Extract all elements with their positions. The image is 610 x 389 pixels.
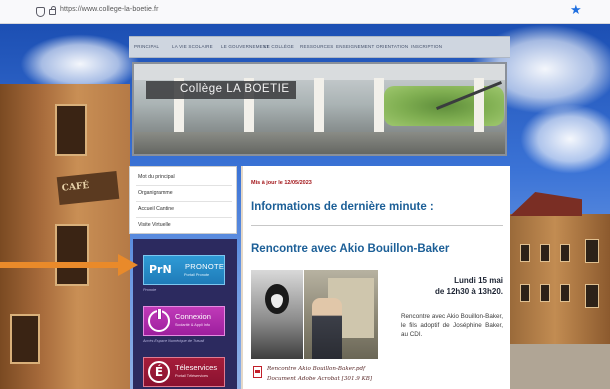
left-building: CAFÉ	[0, 84, 130, 389]
updated-date: Mis à jour le 12/05/2023	[251, 180, 312, 186]
nav-item-vie-scolaire[interactable]: LA VIE SCOLAIRE	[172, 44, 213, 49]
sidebar-item-mot-principal[interactable]: Mot du principal	[138, 174, 175, 180]
annotation-arrow	[0, 262, 120, 268]
sidebar-item-cantine[interactable]: Accueil Cantine	[138, 206, 174, 212]
teleservices-subtitle: Portail Téléservices	[175, 374, 209, 378]
event-day: Lundi 15 mai	[454, 276, 503, 285]
site-title: Collège LA BOETIE	[180, 83, 290, 95]
connexion-title: Connexion	[175, 312, 211, 321]
josephine-baker-photo	[251, 270, 303, 359]
nav-item-orientation[interactable]: ORIENTATION	[376, 44, 408, 49]
attachment-meta: Document Adobe Acrobat [301.9 KB]	[267, 376, 373, 382]
lock-icon[interactable]	[49, 6, 56, 15]
connexion-button[interactable]: Connexion Scolarité & Appli Info	[143, 306, 225, 336]
sidebar-links: Mot du principal Organigramme Accueil Ca…	[129, 166, 237, 234]
nav-item-enseignement[interactable]: ENSEIGNEMENT	[336, 44, 374, 49]
nav-item-inscription[interactable]: INSCRIPTION	[411, 44, 442, 49]
browser-url-bar: https://www.college-la-boetie.fr ★	[0, 0, 610, 24]
event-description: Rencontre avec Akio Bouillon-Baker, le f…	[401, 313, 503, 338]
main-content: Mis à jour le 12/05/2023 Informations de…	[241, 166, 510, 389]
pronote-subtitle: Portail Pronote	[184, 273, 210, 277]
teleservices-title: Téleservices	[175, 363, 218, 372]
school-website: PRINCIPAL LA VIE SCOLAIRE LE GOUVERNEMEN…	[129, 26, 510, 389]
connexion-caption: Accès Espace Numérique de Travail	[143, 339, 205, 343]
akio-bouillon-baker-photo	[304, 270, 378, 359]
divider	[251, 225, 503, 226]
pronote-caption: Pronote	[143, 288, 157, 292]
attachment-link[interactable]: Rencontre Akio Bouillon-Baker.pdf	[267, 366, 365, 372]
address-field[interactable]: https://www.college-la-boetie.fr	[60, 6, 159, 13]
street	[510, 344, 610, 389]
event-time: de 12h30 à 13h20.	[434, 287, 503, 296]
nav-item-principal[interactable]: PRINCIPAL	[134, 44, 159, 49]
nav-item-gouvernement[interactable]: LE GOUVERNEMENT	[221, 44, 269, 49]
bookmark-star-icon[interactable]: ★	[570, 3, 582, 16]
power-icon	[148, 309, 170, 332]
pronote-button[interactable]: PrN PRONOTE Portail Pronote	[143, 255, 225, 285]
article-title: Rencontre avec Akio Bouillon-Baker	[251, 243, 450, 255]
teleservices-logo-icon: É	[148, 361, 170, 383]
teleservices-button[interactable]: É Téleservices Portail Téléservices	[143, 357, 225, 387]
header-banner: Collège LA BOETIE	[132, 62, 507, 156]
sidebar-item-visite-virtuelle[interactable]: Visite Virtuelle	[138, 222, 171, 228]
sidebar-item-organigramme[interactable]: Organigramme	[138, 190, 173, 196]
main-nav: PRINCIPAL LA VIE SCOLAIRE LE GOUVERNEMEN…	[129, 36, 510, 58]
event-date: Lundi 15 mai de 12h30 à 13h20.	[403, 275, 503, 297]
nav-item-college[interactable]: LE COLLÈGE	[264, 44, 294, 49]
shield-icon[interactable]	[36, 7, 45, 17]
pdf-icon	[253, 366, 262, 378]
pronote-title: PRONOTE	[185, 262, 225, 271]
nav-item-ressources[interactable]: RESSOURCES	[300, 44, 334, 49]
news-heading: Informations de dernière minute :	[251, 201, 434, 213]
arrow-head-icon	[118, 254, 138, 276]
pronote-logo-icon: PrN	[149, 263, 172, 276]
connexion-subtitle: Scolarité & Appli Info	[175, 323, 211, 327]
